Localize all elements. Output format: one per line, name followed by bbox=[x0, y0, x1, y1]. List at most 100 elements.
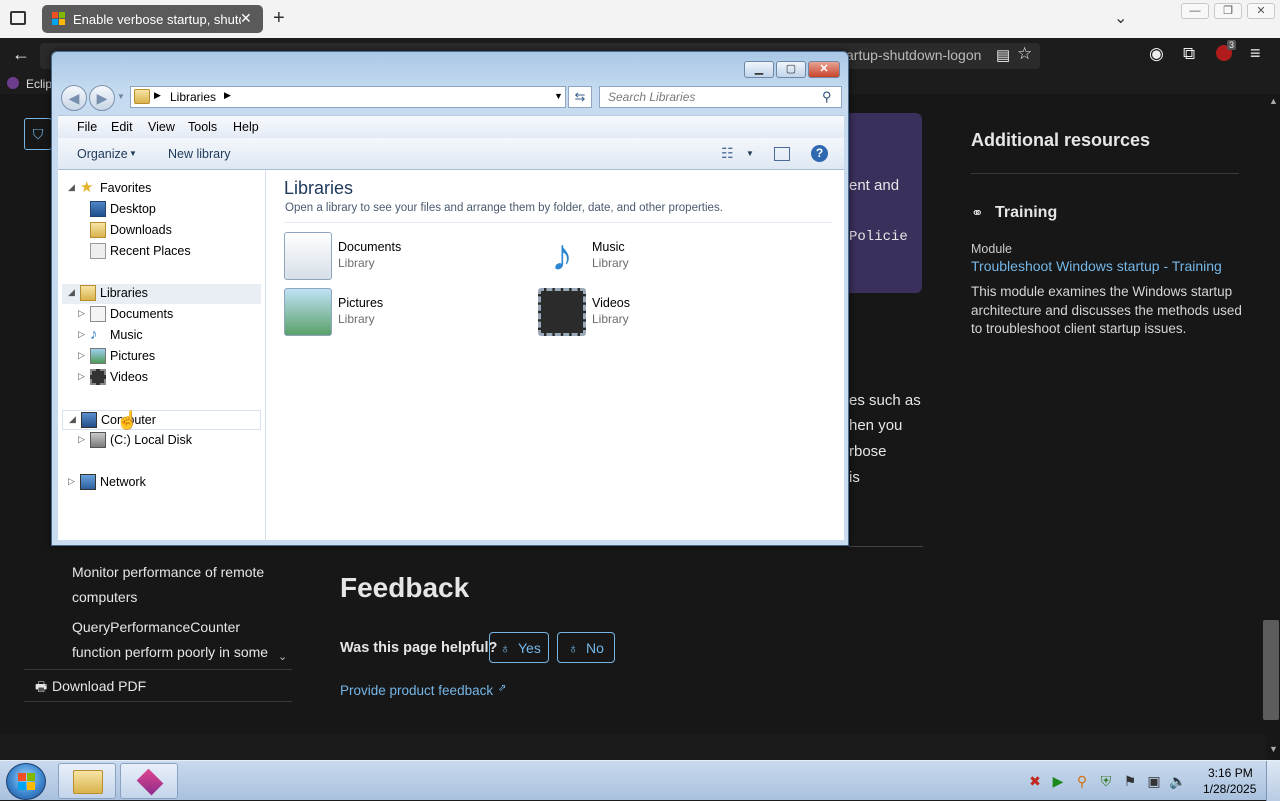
divider bbox=[24, 701, 292, 702]
provide-feedback-link[interactable]: Provide product feedback bbox=[340, 683, 493, 698]
close-tab-icon[interactable]: ✕ bbox=[240, 10, 252, 27]
search-input[interactable]: Search Libraries ⚲ bbox=[599, 86, 842, 108]
filter-icon[interactable]: ⛉ bbox=[24, 118, 52, 150]
view-dropdown-icon[interactable]: ▼ bbox=[746, 149, 754, 158]
nav-music[interactable]: ▷ ♪ Music bbox=[68, 326, 258, 346]
back-button[interactable]: ◀ bbox=[61, 85, 87, 111]
chevron-down-icon[interactable]: ⌄ bbox=[1114, 8, 1127, 28]
helpful-question: Was this page helpful? bbox=[340, 640, 498, 656]
music-note-icon: ♪ bbox=[90, 326, 98, 343]
download-pdf-link[interactable]: Download PDF bbox=[52, 678, 146, 694]
nav-documents[interactable]: ▷ Documents bbox=[68, 305, 258, 325]
refresh-button[interactable]: ⇆ bbox=[568, 86, 592, 108]
new-library-button[interactable]: New library bbox=[168, 147, 231, 161]
collapsed-arrow-icon[interactable]: ▷ bbox=[78, 329, 85, 340]
start-button[interactable] bbox=[6, 763, 46, 800]
collapsed-arrow-icon[interactable]: ▷ bbox=[78, 371, 85, 382]
training-module-link[interactable]: Troubleshoot Windows startup - Training bbox=[971, 258, 1222, 274]
organize-button[interactable]: Organize bbox=[77, 147, 128, 161]
explorer-minimize-button[interactable]: ▁ bbox=[744, 61, 774, 78]
tab-list-icon[interactable] bbox=[10, 11, 26, 25]
network-tray-icon[interactable]: ▣ bbox=[1145, 772, 1163, 790]
nav-videos[interactable]: ▷ Videos bbox=[68, 368, 258, 388]
address-dropdown-icon[interactable]: ▼ bbox=[554, 91, 563, 101]
nav-network[interactable]: ▷ Network bbox=[62, 473, 261, 493]
browser-tab-active[interactable]: Enable verbose startup, shutdown, logon,… bbox=[42, 5, 263, 33]
pdf-icon: 🖶 bbox=[35, 679, 48, 694]
nav-computer[interactable]: ◢ Computer bbox=[62, 410, 261, 430]
no-button[interactable]: ♁ No bbox=[557, 632, 615, 663]
toc-link[interactable]: QueryPerformanceCounter function perform… bbox=[72, 615, 282, 665]
bookmark-item[interactable]: Eclip bbox=[26, 77, 52, 91]
menu-tools[interactable]: Tools bbox=[188, 120, 217, 134]
play-icon[interactable]: ▶ bbox=[1049, 772, 1067, 790]
recent-pages-chevron-icon[interactable]: ▼ bbox=[117, 92, 125, 101]
music-library-icon: ♪ bbox=[551, 231, 573, 280]
yes-button[interactable]: ♁ Yes bbox=[489, 632, 549, 663]
menu-file[interactable]: File bbox=[77, 120, 97, 134]
library-music[interactable]: ♪ Music Library bbox=[538, 232, 768, 282]
body-text: rbose bbox=[849, 443, 887, 460]
library-documents[interactable]: Documents Library bbox=[284, 232, 514, 282]
menu-icon[interactable]: ≡ bbox=[1250, 43, 1261, 64]
organize-dropdown-icon[interactable]: ▼ bbox=[129, 149, 137, 158]
library-videos[interactable]: Videos Library bbox=[538, 288, 768, 338]
collapsed-arrow-icon[interactable]: ▷ bbox=[68, 476, 75, 487]
explorer-maximize-button[interactable]: ▢ bbox=[776, 61, 806, 78]
flag-icon[interactable]: ⚑ bbox=[1121, 772, 1139, 790]
close-window-button[interactable]: ✕ bbox=[1247, 3, 1275, 19]
url-text[interactable]: artup-shutdown-logon bbox=[846, 47, 981, 63]
menu-help[interactable]: Help bbox=[233, 120, 259, 134]
toc-link[interactable]: Monitor performance of remote computers bbox=[72, 560, 282, 610]
scroll-down-icon[interactable]: ▼ bbox=[1269, 744, 1278, 754]
menu-edit[interactable]: Edit bbox=[111, 120, 133, 134]
nav-libraries[interactable]: ◢ Libraries bbox=[62, 284, 261, 304]
help-icon[interactable]: ? bbox=[811, 145, 828, 162]
account-icon[interactable]: ◉ bbox=[1149, 44, 1164, 64]
explorer-close-button[interactable]: ✕ bbox=[808, 61, 840, 78]
bookmark-star-icon[interactable]: ☆ bbox=[1017, 44, 1032, 64]
collapsed-arrow-icon[interactable]: ▷ bbox=[78, 434, 85, 445]
volume-icon[interactable]: 🔈 bbox=[1169, 772, 1187, 790]
menu-view[interactable]: View bbox=[148, 120, 175, 134]
restore-button[interactable]: ❐ bbox=[1214, 3, 1242, 19]
library-pictures[interactable]: Pictures Library bbox=[284, 288, 514, 338]
nav-local-disk[interactable]: ▷ (C:) Local Disk bbox=[68, 431, 258, 451]
breadcrumb-libraries[interactable]: Libraries bbox=[170, 90, 216, 104]
videos-library-icon bbox=[538, 288, 586, 336]
nav-pictures[interactable]: ▷ Pictures bbox=[68, 347, 258, 367]
address-bar[interactable]: ▶ Libraries ▶ ▼ bbox=[130, 86, 566, 108]
nav-recent-places[interactable]: Recent Places bbox=[68, 242, 258, 262]
minimize-button[interactable]: — bbox=[1181, 3, 1209, 19]
reader-view-icon[interactable]: ▤ bbox=[996, 46, 1010, 64]
search-tray-icon[interactable]: ⚲ bbox=[1073, 772, 1091, 790]
extensions-icon[interactable]: ⧉ bbox=[1183, 44, 1195, 64]
taskbar-app[interactable] bbox=[120, 763, 178, 799]
breadcrumb-arrow-icon[interactable]: ▶ bbox=[154, 90, 161, 101]
taskbar-explorer[interactable] bbox=[58, 763, 116, 799]
expanded-arrow-icon[interactable]: ◢ bbox=[68, 182, 75, 193]
forward-button[interactable]: ▶ bbox=[89, 85, 115, 111]
collapsed-arrow-icon[interactable]: ▷ bbox=[78, 308, 85, 319]
breadcrumb-arrow-icon[interactable]: ▶ bbox=[224, 90, 231, 101]
nav-downloads[interactable]: Downloads bbox=[68, 221, 258, 241]
scroll-up-icon[interactable]: ▲ bbox=[1269, 96, 1278, 106]
callout-box bbox=[849, 113, 922, 293]
security-alert-icon[interactable]: ✖ bbox=[1026, 772, 1044, 790]
nav-favorites[interactable]: ◢ ★ Favorites bbox=[68, 179, 258, 199]
preview-pane-icon[interactable] bbox=[774, 147, 790, 161]
clock-date[interactable]: 1/28/2025 bbox=[1203, 782, 1256, 796]
back-arrow-icon[interactable]: ← bbox=[12, 44, 30, 65]
collapsed-arrow-icon[interactable]: ▷ bbox=[78, 350, 85, 361]
scrollbar-thumb[interactable] bbox=[1263, 620, 1279, 720]
show-desktop-button[interactable] bbox=[1266, 761, 1280, 801]
clock-time[interactable]: 3:16 PM bbox=[1208, 766, 1253, 780]
search-icon[interactable]: ⚲ bbox=[822, 89, 832, 105]
change-view-icon[interactable]: ☷ bbox=[721, 145, 734, 162]
nav-desktop[interactable]: Desktop bbox=[68, 200, 258, 220]
shield-icon[interactable]: ⛨ bbox=[1097, 772, 1115, 790]
expanded-arrow-icon[interactable]: ◢ bbox=[68, 287, 75, 298]
expanded-arrow-icon[interactable]: ◢ bbox=[69, 414, 76, 425]
new-tab-button[interactable]: + bbox=[273, 7, 285, 30]
chevron-down-icon[interactable]: ⌄ bbox=[278, 650, 287, 663]
